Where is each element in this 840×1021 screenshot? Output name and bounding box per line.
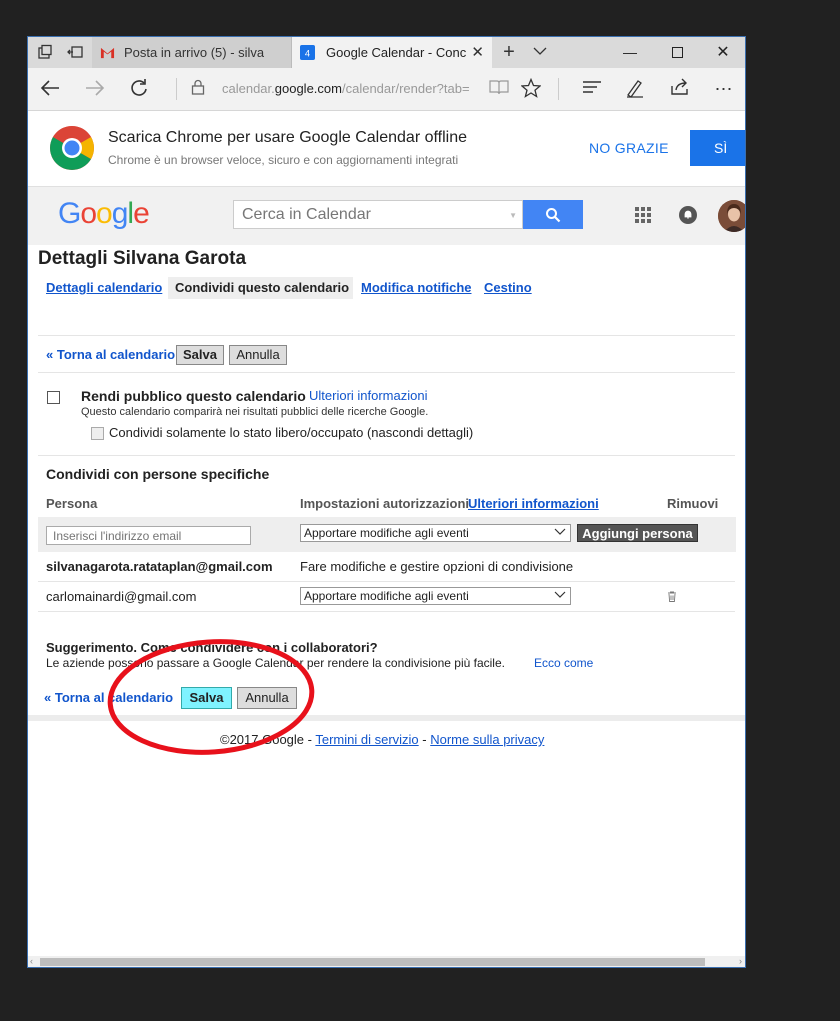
tab-preview-icon[interactable] <box>66 44 84 62</box>
caret-down-icon: ▼ <box>509 211 517 220</box>
svg-text:4: 4 <box>305 49 310 59</box>
calendar-favicon-icon: 4 <box>300 45 315 60</box>
tip-text: Le aziende possono passare a Google Cale… <box>46 656 505 670</box>
select-value: Apportare modifiche agli eventi <box>304 526 469 540</box>
shared-email: carlomainardi@gmail.com <box>46 589 197 604</box>
permission-select[interactable]: Apportare modifiche agli eventi <box>300 587 571 605</box>
url-field[interactable]: calendar.google.com/calendar/render?tab= <box>222 81 478 96</box>
free-busy-label: Condividi solamente lo stato libero/occu… <box>109 425 474 440</box>
promo-subtitle: Chrome è un browser veloce, sicuro e con… <box>108 153 459 167</box>
avatar[interactable] <box>718 200 745 232</box>
new-tab-icon[interactable]: + <box>500 42 518 62</box>
terms-link[interactable]: Termini di servizio <box>315 732 418 747</box>
public-description: Questo calendario comparirà nei risultat… <box>81 406 429 418</box>
tab-gmail[interactable]: Posta in arrivo (5) - silvanag <box>92 37 292 68</box>
col-permissions: Impostazioni autorizzazioni <box>300 496 470 511</box>
chevron-down-icon[interactable] <box>531 44 549 62</box>
chevron-down-icon <box>554 525 566 541</box>
apps-grid-icon[interactable] <box>635 207 651 223</box>
no-thanks-button[interactable]: NO GRAZIE <box>589 140 669 156</box>
share-heading: Condividi con persone specifiche <box>46 466 270 482</box>
chevron-down-icon <box>554 588 566 604</box>
trash-icon[interactable] <box>667 591 677 602</box>
notifications-bell-icon[interactable] <box>679 206 697 224</box>
horizontal-scrollbar[interactable]: ‹ › <box>28 956 745 967</box>
tab-manager-icon[interactable] <box>36 44 54 62</box>
divider <box>38 581 735 582</box>
share-icon[interactable] <box>668 78 692 100</box>
google-header: Google Cerca in Calendar ▼ <box>28 187 745 245</box>
scroll-left-icon[interactable]: ‹ <box>30 956 33 966</box>
permissions-more-info-link[interactable]: Ulteriori informazioni <box>468 496 599 511</box>
chrome-promo-banner: Scarica Chrome per usare Google Calendar… <box>28 111 745 187</box>
back-to-calendar-link-bottom[interactable]: « Torna al calendario <box>44 690 173 705</box>
divider <box>38 611 735 612</box>
tab-title: Posta in arrivo (5) - silvanag <box>124 45 264 60</box>
tip-title: Suggerimento. Come condividere con i col… <box>46 640 378 655</box>
cancel-button[interactable]: Annulla <box>229 345 287 365</box>
save-button[interactable]: Salva <box>176 345 224 365</box>
favorite-star-icon[interactable] <box>519 77 543 100</box>
search-input[interactable]: Cerca in Calendar ▼ <box>233 200 523 229</box>
make-public-label: Rendi pubblico questo calendario <box>81 388 306 404</box>
new-permission-select[interactable]: Apportare modifiche agli eventi <box>300 524 571 542</box>
tab-strip: Posta in arrivo (5) - silvanag 4 Google … <box>28 37 745 68</box>
cancel-button-bottom[interactable]: Annulla <box>237 687 297 709</box>
page-title: Dettagli Silvana Garota <box>38 248 247 269</box>
tab-trash[interactable]: Cestino <box>484 277 532 299</box>
tab-calendar[interactable]: 4 Google Calendar - Conc ✕ <box>292 37 492 68</box>
more-info-link[interactable]: Ulteriori informazioni <box>309 388 427 403</box>
tip-link[interactable]: Ecco come <box>534 656 593 670</box>
divider <box>176 78 177 100</box>
minimize-icon[interactable]: — <box>607 37 653 68</box>
divider <box>38 455 735 456</box>
address-bar: calendar.google.com/calendar/render?tab=… <box>28 68 745 111</box>
yes-button[interactable]: SÌ <box>690 130 745 166</box>
scrollbar-thumb[interactable] <box>40 958 705 966</box>
lock-icon <box>186 78 210 100</box>
owner-permission: Fare modifiche e gestire opzioni di cond… <box>300 559 574 574</box>
search-icon <box>546 208 561 223</box>
chrome-logo-icon <box>50 126 94 170</box>
tab-calendar-details[interactable]: Dettagli calendario <box>46 277 162 299</box>
divider <box>38 372 735 373</box>
tab-edit-notifications[interactable]: Modifica notifiche <box>361 277 472 299</box>
browser-window: Posta in arrivo (5) - silvanag 4 Google … <box>27 36 746 968</box>
maximize-icon[interactable] <box>654 37 700 68</box>
divider <box>558 78 559 100</box>
hub-icon[interactable] <box>580 78 604 100</box>
select-value: Apportare modifiche agli eventi <box>304 589 469 603</box>
save-button-bottom[interactable]: Salva <box>181 687 232 709</box>
col-remove: Rimuovi <box>667 496 719 511</box>
footer-separator: - <box>418 732 431 747</box>
tab-share-calendar[interactable]: Condividi questo calendario <box>168 277 353 299</box>
scroll-right-icon[interactable]: › <box>739 956 742 966</box>
make-public-checkbox[interactable] <box>47 391 60 404</box>
more-icon[interactable]: ⋯ <box>712 78 736 100</box>
close-window-icon[interactable]: ✕ <box>700 37 745 68</box>
back-to-calendar-link[interactable]: « Torna al calendario <box>46 347 175 362</box>
web-note-icon[interactable] <box>623 78 647 100</box>
owner-email: silvanagarota.ratataplan@gmail.com <box>46 559 273 574</box>
refresh-icon[interactable] <box>127 78 151 100</box>
reading-view-icon[interactable] <box>487 78 511 100</box>
gmail-icon <box>100 47 115 59</box>
footer-divider <box>28 715 745 721</box>
promo-title: Scarica Chrome per usare Google Calendar… <box>108 129 468 146</box>
divider <box>38 335 735 336</box>
tab-title: Google Calendar - Conc <box>326 45 466 60</box>
col-person: Persona <box>46 496 98 511</box>
add-person-button[interactable]: Aggiungi persona <box>577 524 698 542</box>
free-busy-checkbox[interactable] <box>91 427 104 440</box>
privacy-link[interactable]: Norme sulla privacy <box>430 732 544 747</box>
back-icon[interactable] <box>38 78 62 100</box>
email-input[interactable] <box>46 526 251 545</box>
close-tab-icon[interactable]: ✕ <box>471 37 484 68</box>
forward-icon[interactable] <box>83 78 107 100</box>
google-logo[interactable]: Google <box>58 197 150 231</box>
footer: ©2017 Google - Termini di servizio - Nor… <box>220 732 544 747</box>
search-placeholder: Cerca in Calendar <box>242 206 371 223</box>
copyright: ©2017 Google - <box>220 732 316 747</box>
search-button[interactable] <box>523 200 583 229</box>
